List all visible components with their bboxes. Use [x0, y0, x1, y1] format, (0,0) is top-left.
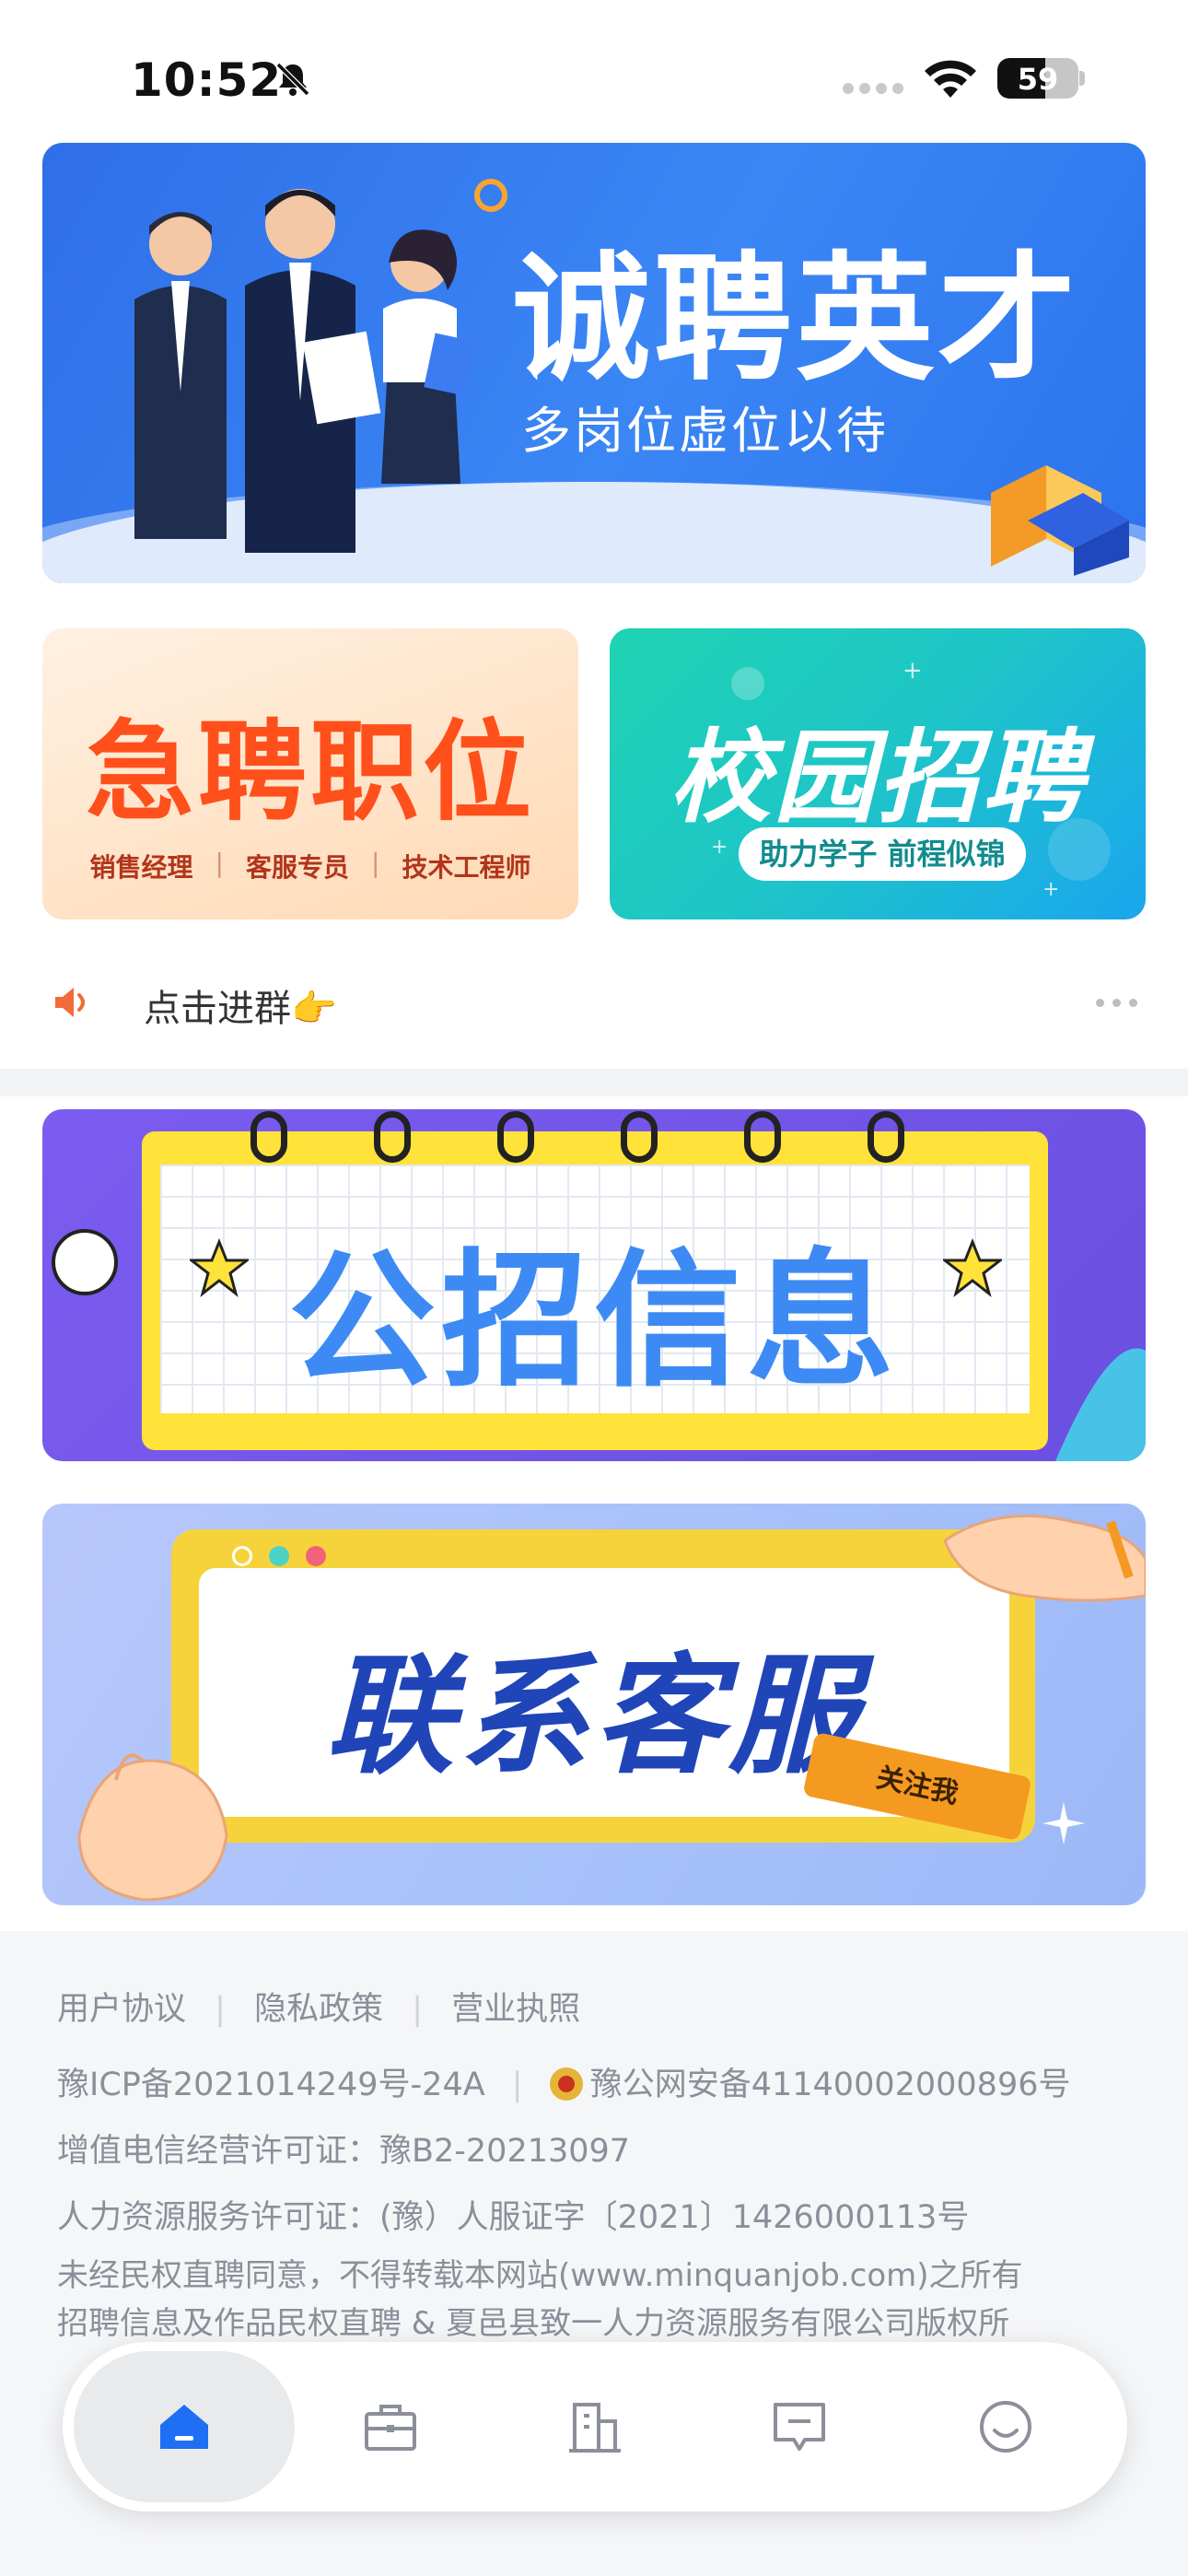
building-icon	[569, 2403, 621, 2453]
tab-profile[interactable]	[895, 2351, 1116, 2502]
urgent-jobs-title: 急聘职位	[85, 708, 535, 836]
smiley-icon	[980, 2401, 1031, 2453]
tab-jobs[interactable]	[280, 2351, 501, 2502]
customer-service-banner[interactable]: 联系客服 关注我	[42, 1504, 1146, 1905]
binder-ring	[868, 1111, 904, 1163]
wifi-icon	[925, 60, 976, 98]
hero-banner[interactable]: 诚聘英才 多岗位虚位以待	[42, 143, 1146, 583]
business-license-link[interactable]: 营业执照	[451, 1991, 580, 2028]
home-icon	[160, 2405, 208, 2449]
link-separator: |	[215, 1991, 226, 2028]
public-recruit-banner[interactable]: 公招信息	[42, 1109, 1146, 1461]
copyright-line-2: 招聘信息及作品民权直聘 & 夏邑县致一人力资源服务有限公司版权所	[57, 2305, 1010, 2342]
window-dot	[306, 1546, 326, 1566]
police-record[interactable]: 豫公网安备41140002000896号	[590, 2067, 1071, 2103]
urgent-jobs-tags: 销售经理 | 客服专员 | 技术工程师	[42, 848, 578, 884]
tab-messages[interactable]	[689, 2351, 910, 2502]
telecom-license: 增值电信经营许可证：豫B2-20213097	[57, 2133, 631, 2170]
hero-title: 诚聘英才	[512, 240, 1080, 400]
more-icon[interactable]	[1096, 999, 1138, 1008]
section-divider	[0, 1069, 1188, 1096]
privacy-policy-link[interactable]: 隐私政策	[254, 1991, 383, 2028]
tag-separator: |	[215, 848, 224, 878]
speaker-icon	[55, 988, 85, 1017]
link-separator: |	[412, 1991, 424, 2028]
bottom-tab-bar	[63, 2342, 1127, 2512]
status-time: 10:52	[131, 53, 283, 107]
binder-ring	[744, 1111, 781, 1163]
cube-graphic	[991, 465, 1129, 576]
battery-level: 59	[1017, 62, 1059, 97]
urgent-tag: 客服专员	[245, 852, 349, 883]
user-agreement-link[interactable]: 用户协议	[57, 1991, 186, 2028]
bell-muted-icon	[275, 62, 310, 97]
binder-ring	[250, 1111, 287, 1163]
battery-icon: 59	[997, 58, 1078, 99]
urgent-jobs-banner[interactable]: 急聘职位 销售经理 | 客服专员 | 技术工程师	[42, 628, 578, 919]
sparkle-icon	[1042, 1802, 1085, 1844]
tab-home[interactable]	[74, 2351, 295, 2502]
window-dot	[232, 1546, 252, 1566]
hero-subtitle: 多岗位虚位以待	[521, 402, 889, 460]
binder-ring	[374, 1111, 411, 1163]
cellular-signal-icon	[843, 83, 907, 96]
urgent-tag: 技术工程师	[402, 852, 531, 883]
status-bar: 10:52 59	[0, 0, 1188, 138]
message-icon	[774, 2403, 825, 2451]
copyright-line-1: 未经民权直聘同意，不得转载本网站(www.minquanjob.com)之所有	[57, 2257, 1023, 2294]
binder-ring	[621, 1111, 658, 1163]
tab-companies[interactable]	[484, 2351, 705, 2502]
campus-recruit-title: 校园招聘	[670, 719, 1086, 837]
svg-text:+: +	[1042, 878, 1059, 901]
footer-registration: 豫ICP备2021014249号-24A | 豫公网安备411400020008…	[57, 2058, 1071, 2105]
notice-bar[interactable]: 点击进群👉	[0, 951, 1188, 1052]
decor-ring-icon	[474, 179, 507, 212]
urgent-tag: 销售经理	[89, 852, 193, 883]
tag-separator: |	[371, 848, 380, 878]
police-badge-icon	[549, 2067, 583, 2101]
campus-recruit-slogan: 助力学子 前程似锦	[739, 827, 1026, 881]
footer-links: 用户协议 | 隐私政策 | 营业执照	[57, 1983, 580, 2030]
notice-text[interactable]: 点击进群👉	[144, 978, 337, 1032]
icp-number[interactable]: 豫ICP备2021014249号-24A	[57, 2067, 485, 2103]
briefcase-icon	[365, 2405, 416, 2451]
hand-illustration	[943, 1514, 1146, 1602]
public-recruit-title: 公招信息	[287, 1235, 900, 1407]
link-separator: |	[511, 2067, 523, 2103]
svg-text:+: +	[903, 657, 923, 685]
binder-ring	[497, 1111, 534, 1163]
window-dot	[269, 1546, 289, 1566]
business-people-illustration	[134, 189, 477, 553]
campus-recruit-banner[interactable]: + + + 校园招聘 助力学子 前程似锦	[610, 628, 1146, 919]
hr-license: 人力资源服务许可证：(豫）人服证字〔2021〕1426000113号	[57, 2199, 970, 2236]
battery-tip	[1079, 71, 1085, 86]
